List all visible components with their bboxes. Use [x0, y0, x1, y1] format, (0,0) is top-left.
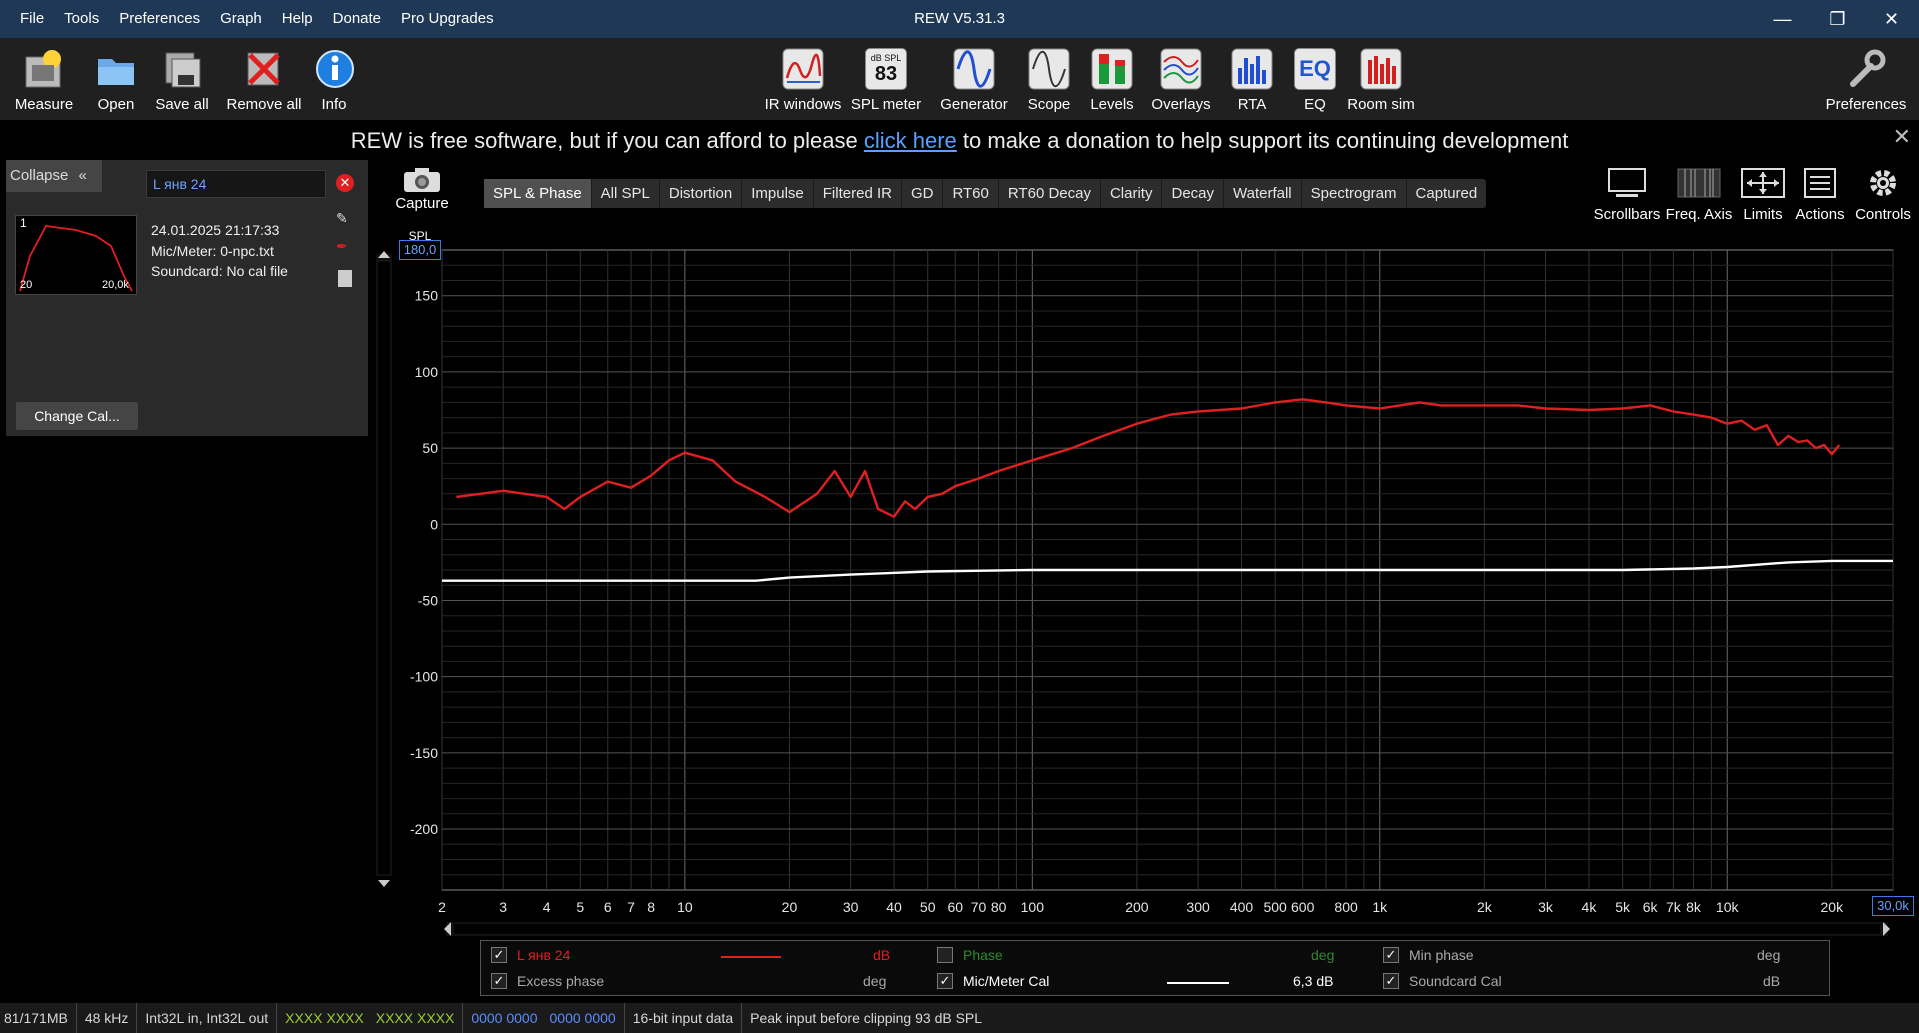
x-tick-label: 200	[1125, 899, 1149, 915]
x-tick-label: 40	[886, 899, 902, 915]
legend-spl-label: L янв 24	[517, 947, 571, 963]
status-output-levels-2: 0000 0000	[542, 1003, 625, 1033]
legend-excess-phase-label: Excess phase	[517, 973, 605, 989]
x-tick-label: 8k	[1686, 899, 1702, 915]
scroll-down-icon[interactable]	[378, 880, 390, 887]
legend-soundcard-cal[interactable]: ✓ Soundcard Cal	[1383, 973, 1502, 989]
legend-min-phase-label: Min phase	[1409, 947, 1474, 963]
x-tick-label: 3	[499, 899, 507, 915]
x-tick-label: 20	[782, 899, 798, 915]
legend-phase-label: Phase	[963, 947, 1003, 963]
legend-excess-phase[interactable]: ✓ Excess phase	[491, 973, 604, 989]
legend-phase[interactable]: Phase	[937, 947, 1003, 963]
y-max-field[interactable]: 180,0	[399, 240, 441, 260]
y-tick-label: 150	[415, 288, 439, 304]
x-tick-label: 80	[991, 899, 1007, 915]
x-tick-label: 4	[543, 899, 551, 915]
x-tick-label: 400	[1230, 899, 1254, 915]
x-tick-label: 7k	[1666, 899, 1682, 915]
legend-phase-unit: deg	[1311, 947, 1335, 963]
x-tick-label: 30	[843, 899, 859, 915]
graph-legend: ✓ L янв 24 dB Phase deg ✓ Min phase deg ✓ E…	[480, 940, 1830, 996]
y-tick-label: -50	[418, 592, 438, 608]
x-tick-label: 10k	[1716, 899, 1740, 915]
x-tick-label: 300	[1186, 899, 1210, 915]
x-tick-label: 100	[1021, 899, 1045, 915]
legend-min-phase[interactable]: ✓ Min phase	[1383, 947, 1474, 963]
checkbox-soundcard-cal[interactable]: ✓	[1383, 973, 1399, 989]
x-tick-label: 2	[438, 899, 446, 915]
status-output-levels-1: 0000 0000	[471, 1010, 538, 1026]
legend-min-phase-unit: deg	[1757, 947, 1781, 963]
legend-soundcard-cal-unit: dB	[1763, 973, 1781, 989]
legend-mic-cal-unit: dB	[1316, 973, 1334, 989]
x-tick-label: 50	[920, 899, 936, 915]
x-tick-label: 5k	[1615, 899, 1631, 915]
legend-mic-cal-swatch	[1167, 982, 1229, 984]
x-tick-label: 6	[604, 899, 612, 915]
x-tick-label: 5	[576, 899, 584, 915]
x-tick-label: 60	[947, 899, 963, 915]
legend-mic-cal-label: Mic/Meter Cal	[963, 973, 1050, 989]
checkbox-mic-cal[interactable]: ✓	[937, 973, 953, 989]
legend-excess-phase-unit: deg	[863, 973, 887, 989]
x-tick-label: 8	[647, 899, 655, 915]
checkbox-min-phase[interactable]: ✓	[1383, 947, 1399, 963]
legend-spl-unit: dB	[873, 947, 891, 963]
status-sample-rate: 48 kHz	[77, 1003, 138, 1033]
rew-window: File Tools Preferences Graph Help Donate…	[0, 0, 1919, 1033]
x-tick-label: 500	[1263, 899, 1287, 915]
y-tick-label: 100	[415, 364, 439, 380]
x-tick-label: 4k	[1582, 899, 1598, 915]
x-tick-label: 20k	[1821, 899, 1845, 915]
status-bit-depth: 16-bit input data	[625, 1003, 743, 1033]
x-max-field[interactable]: 30,0k	[1872, 896, 1914, 916]
x-tick-label: 2k	[1477, 899, 1493, 915]
x-tick-label: 70	[971, 899, 987, 915]
y-tick-label: 0	[430, 516, 438, 532]
status-input-levels-2: XXXX XXXX	[368, 1003, 464, 1033]
legend-soundcard-cal-label: Soundcard Cal	[1409, 973, 1502, 989]
checkbox-phase[interactable]	[937, 947, 953, 963]
x-tick-label: 1k	[1372, 899, 1388, 915]
y-tick-label: -100	[410, 669, 438, 685]
status-input-levels-1: XXXX XXXX	[285, 1010, 364, 1026]
spl-phase-graph[interactable]: 150100500-50-100-150-2002 3 4 5 6 7 8 10 20 30 40 5…	[0, 0, 1919, 1033]
x-tick-label: 800	[1334, 899, 1358, 915]
status-bar: 81/171MB 48 kHz Int32L in, Int32L out XX…	[0, 1003, 1919, 1033]
y-tick-label: 50	[422, 440, 438, 456]
y-tick-label: -200	[410, 821, 438, 837]
status-format: Int32L in, Int32L out	[137, 1003, 278, 1033]
legend-mic-cal-number: 6,3	[1293, 973, 1313, 989]
legend-spl[interactable]: ✓ L янв 24	[491, 947, 570, 963]
x-tick-label: 7	[627, 899, 635, 915]
status-memory[interactable]: 81/171MB	[0, 1003, 77, 1033]
legend-spl-swatch	[721, 956, 781, 958]
status-peak-input: Peak input before clipping 93 dB SPL	[750, 1010, 983, 1026]
x-tick-label: 10	[677, 899, 693, 915]
horizontal-scrollbar-thumb[interactable]	[454, 924, 1880, 934]
vertical-scrollbar-thumb[interactable]	[378, 262, 390, 874]
checkbox-spl[interactable]: ✓	[491, 947, 507, 963]
x-tick-label: 600	[1291, 899, 1315, 915]
checkbox-excess-phase[interactable]: ✓	[491, 973, 507, 989]
x-tick-label: 6k	[1643, 899, 1659, 915]
legend-mic-cal-value: 6,3 dB	[1293, 973, 1333, 989]
y-tick-label: -150	[410, 745, 438, 761]
legend-mic-cal[interactable]: ✓ Mic/Meter Cal	[937, 973, 1049, 989]
x-tick-label: 3k	[1538, 899, 1554, 915]
